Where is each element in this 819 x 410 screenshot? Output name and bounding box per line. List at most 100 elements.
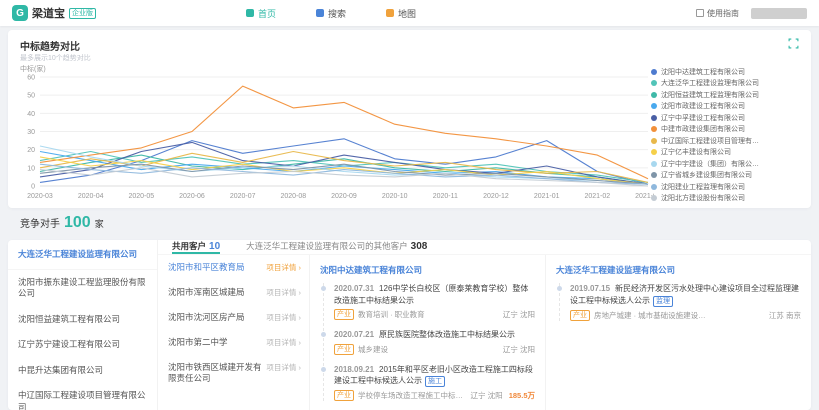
customer-row[interactable]: 沈阳市沈河区房产局 项目详情 › xyxy=(158,305,309,330)
svg-text:2021-02: 2021-02 xyxy=(584,193,610,200)
user-guide-link[interactable]: 使用指南 xyxy=(696,8,739,19)
svg-text:30: 30 xyxy=(27,129,35,136)
legend-dot xyxy=(651,92,657,98)
competitor-item[interactable]: 中辽国际工程建设项目管理有限公司 xyxy=(8,383,157,410)
nav-label: 地图 xyxy=(398,7,416,20)
legend-label: 沈阳中达建筑工程有限公司 xyxy=(661,67,745,77)
legend-item[interactable]: 沈阳恒益建筑工程监理有限公司 xyxy=(651,89,801,101)
nav-item-map[interactable]: 地图 xyxy=(386,7,416,20)
legend-dot xyxy=(651,161,657,167)
project-region: 辽宁 沈阳 xyxy=(503,309,535,320)
fullscreen-icon[interactable] xyxy=(788,38,799,49)
panel-content-row: 沈阳市和平区教育局 项目详情 › 沈阳市浑南区城建局 项目详情 › 沈阳市沈河区… xyxy=(158,255,811,410)
svg-text:0: 0 xyxy=(31,184,35,191)
legend-dot xyxy=(651,172,657,178)
guide-icon xyxy=(696,9,704,17)
competitor-item[interactable]: 中昆升达集团有限公司 xyxy=(8,358,157,383)
legend-item[interactable]: 沈阳市政建设工程有限公司 xyxy=(651,101,801,113)
legend-label: 辽宁中宇建设（集团）有限公… xyxy=(661,159,759,169)
project-column-company[interactable]: 沈阳中达建筑工程有限公司 xyxy=(320,264,535,276)
legend-item[interactable]: 大连泛华工程建设监理有限公司 xyxy=(651,78,801,90)
competitor-item[interactable]: 沈阳市振东建设工程监理股份有限公司 xyxy=(8,270,157,307)
legend-label: 辽宁省城乡建设集团有限公司 xyxy=(661,170,752,180)
project-date: 2019.07.15 xyxy=(570,284,610,293)
tab-other-customers[interactable]: 大连泛华工程建设监理有限公司的其他客户 308 xyxy=(246,240,427,254)
industry-text: 教育培训 · 职业教育 xyxy=(358,309,425,320)
project-date: 2020.07.21 xyxy=(334,330,374,339)
legend-dot xyxy=(651,103,657,109)
nav-label: 搜索 xyxy=(328,7,346,20)
legend-label: 辽宁中孚建设工程有限公司 xyxy=(661,113,745,123)
project-column-b: 大连泛华工程建设监理有限公司 2019.07.15新民经济开发区污水处理中心建设… xyxy=(546,255,811,410)
legend-dot xyxy=(651,184,657,190)
competitor-count: 100 xyxy=(64,214,91,232)
nav-item-search[interactable]: 搜索 xyxy=(316,7,346,20)
trend-title: 中标趋势对比 xyxy=(20,38,80,53)
user-account[interactable] xyxy=(751,8,807,19)
legend-item[interactable]: 沈阳中达建筑工程有限公司 xyxy=(651,66,801,78)
svg-text:2020-10: 2020-10 xyxy=(382,193,408,200)
project-region: 江苏 南京 xyxy=(769,310,801,321)
trend-chart: 01020304050602020-032020-042020-052020-0… xyxy=(14,72,654,202)
industry-badge: 产业 xyxy=(334,344,354,355)
customer-name: 沈阳市沈河区房产局 xyxy=(168,312,266,323)
project-type-badge: 监理 xyxy=(653,296,673,307)
legend-dot xyxy=(651,195,657,201)
svg-text:40: 40 xyxy=(27,111,35,118)
project-detail-link[interactable]: 项目详情 › xyxy=(266,262,301,273)
customer-row[interactable]: 沈阳市铁西区城建开发有限责任公司 项目详情 › xyxy=(158,355,309,391)
competitor-unit: 家 xyxy=(95,217,104,230)
customer-row[interactable]: 沈阳市和平区教育局 项目详情 › xyxy=(158,255,309,280)
legend-item[interactable]: 沈阳北方建设股份有限公司 xyxy=(651,193,801,205)
topbar: G 梁道宝 企业版 首页 搜索 地图 使用指南 xyxy=(0,0,819,26)
trend-subtitle: 最多展示10个趋势对比 xyxy=(20,53,91,63)
legend-dot xyxy=(651,149,657,155)
project-item[interactable]: 2018.09.212015年和平区老旧小区改造工程施工四标段建设工程中标候选人… xyxy=(334,364,535,402)
legend-item[interactable]: 中建市政建设集团有限公司 xyxy=(651,124,801,136)
tab-shared-customers[interactable]: 共用客户 10 xyxy=(172,240,220,254)
guide-label: 使用指南 xyxy=(707,8,739,19)
competitor-detail-panel: 大连泛华工程建设监理有限公司 沈阳市振东建设工程监理股份有限公司 沈阳恒益建筑工… xyxy=(8,240,811,410)
logo-icon: G xyxy=(12,5,28,21)
search-icon xyxy=(316,9,324,17)
project-detail-link[interactable]: 项目详情 › xyxy=(266,337,301,348)
selected-competitor[interactable]: 大连泛华工程建设监理有限公司 xyxy=(8,240,157,270)
svg-text:2020-07: 2020-07 xyxy=(230,193,256,200)
project-detail-link[interactable]: 项目详情 › xyxy=(266,287,301,298)
legend-item[interactable]: 辽宁亿丰建设有限公司 xyxy=(651,147,801,159)
legend-label: 中辽国际工程建设项目管理有… xyxy=(661,136,759,146)
legend-dot xyxy=(651,138,657,144)
competitor-item[interactable]: 辽宁苏宁建设工程有限公司 xyxy=(8,332,157,357)
legend-label: 沈阳北方建设股份有限公司 xyxy=(661,193,745,203)
legend-item[interactable]: 辽宁中宇建设（集团）有限公… xyxy=(651,158,801,170)
customer-row[interactable]: 沈阳市第二中学 项目详情 › xyxy=(158,330,309,355)
legend-dot xyxy=(651,69,657,75)
project-column-company[interactable]: 大连泛华工程建设监理有限公司 xyxy=(556,264,801,276)
main-nav: 首页 搜索 地图 xyxy=(246,7,416,20)
project-detail-link[interactable]: 项目详情 › xyxy=(266,312,301,323)
legend-item[interactable]: 沈阳建业工程监理有限公司 xyxy=(651,181,801,193)
legend-dot xyxy=(651,80,657,86)
project-item[interactable]: 2019.07.15新民经济开发区污水处理中心建设项目全过程监理建设工程中标候选… xyxy=(570,283,801,321)
legend-label: 大连泛华工程建设监理有限公司 xyxy=(661,78,759,88)
customer-tabs: 共用客户 10 大连泛华工程建设监理有限公司的其他客户 308 xyxy=(158,240,811,255)
svg-text:2020-06: 2020-06 xyxy=(179,193,205,200)
map-icon xyxy=(386,9,394,17)
legend-item[interactable]: 辽宁省城乡建设集团有限公司 xyxy=(651,170,801,182)
customer-row[interactable]: 沈阳市浑南区城建局 项目详情 › xyxy=(158,280,309,305)
app-logo[interactable]: G 梁道宝 企业版 xyxy=(12,5,96,21)
project-item[interactable]: 2020.07.21原民族医院整体改造施工中标结果公示 产业 城乡建设 辽宁 沈… xyxy=(334,329,535,355)
panel-right-region: 共用客户 10 大连泛华工程建设监理有限公司的其他客户 308 沈阳市和平区教育… xyxy=(158,240,811,410)
competitor-item[interactable]: 沈阳恒益建筑工程有限公司 xyxy=(8,307,157,332)
customer-list: 沈阳市和平区教育局 项目详情 › 沈阳市浑南区城建局 项目详情 › 沈阳市沈河区… xyxy=(158,255,310,410)
svg-text:60: 60 xyxy=(27,75,35,82)
legend-item[interactable]: 中辽国际工程建设项目管理有… xyxy=(651,135,801,147)
legend-item[interactable]: 辽宁中孚建设工程有限公司 xyxy=(651,112,801,124)
project-item[interactable]: 2020.07.31126中学长白校区（原泰莱教育学校）整体改造施工中标结果公示… xyxy=(334,283,535,320)
customer-name: 沈阳市第二中学 xyxy=(168,337,266,348)
competitor-list: 大连泛华工程建设监理有限公司 沈阳市振东建设工程监理股份有限公司 沈阳恒益建筑工… xyxy=(8,240,158,410)
project-detail-link[interactable]: 项目详情 › xyxy=(266,362,301,373)
svg-text:2020-11: 2020-11 xyxy=(433,193,458,200)
nav-item-home[interactable]: 首页 xyxy=(246,7,276,20)
tab-label: 大连泛华工程建设监理有限公司的其他客户 xyxy=(246,240,408,252)
